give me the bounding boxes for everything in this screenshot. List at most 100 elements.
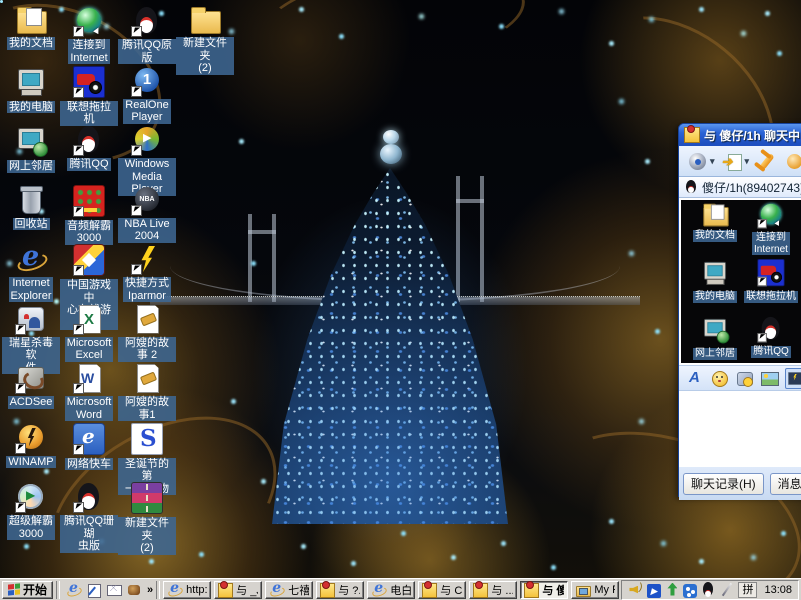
desktop-icon[interactable]: Internet Explorer: [2, 244, 60, 302]
chat-history-button[interactable]: 聊天记录(H): [683, 473, 764, 495]
chat-input-area[interactable]: [679, 390, 801, 467]
screenshot-icon-image: [757, 259, 784, 286]
desktop-icon[interactable]: 网络快车: [60, 423, 118, 471]
quick-launch-icon[interactable]: [86, 582, 102, 598]
quick-launch-overflow-chevron[interactable]: »: [147, 584, 153, 596]
desktop-icon[interactable]: 腾讯QQ: [60, 125, 118, 171]
message-mode-button[interactable]: 消息模式(T): [770, 473, 801, 495]
desktop-icon[interactable]: 腾讯QQ珊瑚 虫版: [60, 482, 118, 553]
quick-launch-icon[interactable]: [106, 582, 122, 598]
ime-indicator[interactable]: 拼: [738, 582, 757, 598]
taskbar-window-button[interactable]: 电白...: [367, 581, 415, 599]
tray-icon[interactable]: [647, 584, 661, 598]
taskbar-window-icon: [218, 583, 233, 598]
desktop-icon[interactable]: 阿嫂的故事1: [118, 363, 176, 421]
desktop-icon[interactable]: WINAMP: [2, 423, 60, 469]
chat-title: 与 傻仔/1h 聊天中: [704, 127, 800, 144]
chat-peer-name: 傻仔/1h(89402743): [702, 179, 801, 196]
chat-format-button[interactable]: ▾: [710, 369, 729, 388]
shortcut-arrow-icon: [15, 324, 26, 335]
chat-format-button[interactable]: ▾: [760, 369, 779, 388]
shortcut-arrow-icon: [131, 26, 142, 37]
taskbar-window-button[interactable]: 与 ...: [469, 581, 517, 599]
taskbar-window-icon: [320, 583, 335, 598]
taskbar-window-button[interactable]: 七禧...: [265, 581, 313, 599]
desktop-icon[interactable]: 快捷方式 Iparmor: [118, 244, 176, 302]
desktop-icon-label: 联想拖拉机: [60, 101, 118, 126]
desktop-icon[interactable]: 阿嫂的故事 2: [118, 304, 176, 362]
start-button[interactable]: 开始: [2, 581, 53, 599]
shortcut-arrow-icon: [131, 86, 142, 97]
desktop-icon[interactable]: 我的电脑: [2, 66, 60, 114]
taskbar-window-button[interactable]: 与 C...: [418, 581, 466, 599]
tray-icon[interactable]: [628, 582, 644, 598]
taskbar-window-button[interactable]: http:/...: [163, 581, 211, 599]
taskbar-window-button[interactable]: 与 ?...: [316, 581, 364, 599]
desktop-icon[interactable]: RealOne Player: [118, 66, 176, 124]
taskbar-window-button[interactable]: My Pic...: [571, 581, 619, 599]
shortcut-arrow-icon: [73, 265, 84, 276]
chat-toolbar-button[interactable]: ▾: [722, 151, 750, 172]
chat-peer-bar: 傻仔/1h(89402743): [679, 177, 801, 198]
tray-icon[interactable]: [719, 582, 735, 598]
shared-desktop-screenshot[interactable]: 我的文档 连接到 Internet 我的电脑 联想拖拉机: [681, 200, 801, 363]
chat-format-button[interactable]: ▾: [785, 368, 801, 389]
desktop-icon-image: [191, 11, 221, 34]
desktop-icon-image: [73, 66, 105, 98]
chat-toolbar-button[interactable]: ▾: [687, 151, 715, 172]
shortcut-arrow-icon: [15, 443, 26, 454]
desktop-icon-label: 阿嫂的故事1: [118, 396, 176, 421]
taskbar-window-button[interactable]: 与 _J...: [214, 581, 262, 599]
chat-format-icon: [710, 369, 729, 388]
shortcut-arrow-icon: [131, 145, 142, 156]
desktop-icon[interactable]: 超级解霸 3000: [2, 482, 60, 540]
taskbar-window-icon: [575, 582, 591, 598]
shortcut-arrow-icon: [73, 324, 84, 335]
chat-format-button[interactable]: ▾: [735, 369, 754, 388]
desktop-icon-image: [16, 244, 46, 274]
tray-icon[interactable]: [700, 582, 716, 598]
desktop-icon[interactable]: Microsoft Word: [60, 363, 118, 421]
desktop-icon[interactable]: Microsoft Excel: [60, 304, 118, 362]
desktop-icon-image: [16, 423, 46, 453]
taskbar-window-button[interactable]: 与 傻...: [520, 581, 568, 599]
quick-launch-icon[interactable]: [66, 582, 82, 598]
chat-message-area[interactable]: 我的文档 连接到 Internet 我的电脑 联想拖拉机: [679, 198, 801, 365]
taskbar-clock[interactable]: 13:08: [764, 584, 792, 596]
desktop-icon-label: 网络快车: [65, 458, 113, 471]
desktop-icon-image: [16, 185, 46, 215]
desktop-icon-label: 音频解霸 3000: [65, 220, 113, 245]
desktop-icon[interactable]: ACDSee: [2, 363, 60, 409]
desktop-icon-label: 我的电脑: [7, 101, 55, 114]
desktop-icon[interactable]: 音频解霸 3000: [60, 185, 118, 245]
chat-toolbar-button[interactable]: ▾: [756, 151, 777, 172]
desktop-icon[interactable]: 连接到 Internet: [60, 6, 118, 64]
desktop-icon-image: [16, 482, 46, 512]
tray-icon[interactable]: [683, 584, 697, 598]
shortcut-arrow-icon: [73, 87, 84, 98]
desktop-icon[interactable]: 新建文件夹 (2): [176, 6, 234, 75]
desktop-icon[interactable]: 回收站: [2, 185, 60, 231]
quick-launch-icon[interactable]: [126, 582, 142, 598]
desktop-icon[interactable]: 新建文件夹 (2): [118, 482, 176, 555]
taskbar-window-label: 电白...: [390, 582, 411, 598]
screenshot-icon: 网上邻居: [687, 316, 743, 360]
tray-icon[interactable]: [664, 582, 680, 598]
tree-topper-ornament: [380, 130, 402, 170]
desktop-icon[interactable]: 我的文档: [2, 6, 60, 50]
shortcut-arrow-icon: [73, 383, 84, 394]
chat-toolbar-button[interactable]: ▾: [784, 151, 801, 172]
desktop-icon[interactable]: NBA Live 2004: [118, 185, 176, 243]
chat-format-button[interactable]: ▾: [685, 369, 704, 388]
chat-titlebar[interactable]: 与 傻仔/1h 聊天中: [679, 124, 801, 146]
desktop-icon[interactable]: 联想拖拉机: [60, 66, 118, 126]
shortcut-arrow-icon: [131, 205, 142, 216]
desktop-icon[interactable]: 腾讯QQ原版: [118, 6, 176, 64]
desktop-icon[interactable]: 网上邻居: [2, 125, 60, 173]
taskbar-window-label: 七禧...: [288, 582, 309, 598]
desktop-icon-label: Internet Explorer: [9, 277, 54, 302]
chevron-down-icon[interactable]: ▾: [745, 156, 750, 167]
chat-toolbar-icon: [687, 151, 708, 172]
desktop-icon-image: [132, 125, 162, 155]
chevron-down-icon[interactable]: ▾: [710, 156, 715, 167]
